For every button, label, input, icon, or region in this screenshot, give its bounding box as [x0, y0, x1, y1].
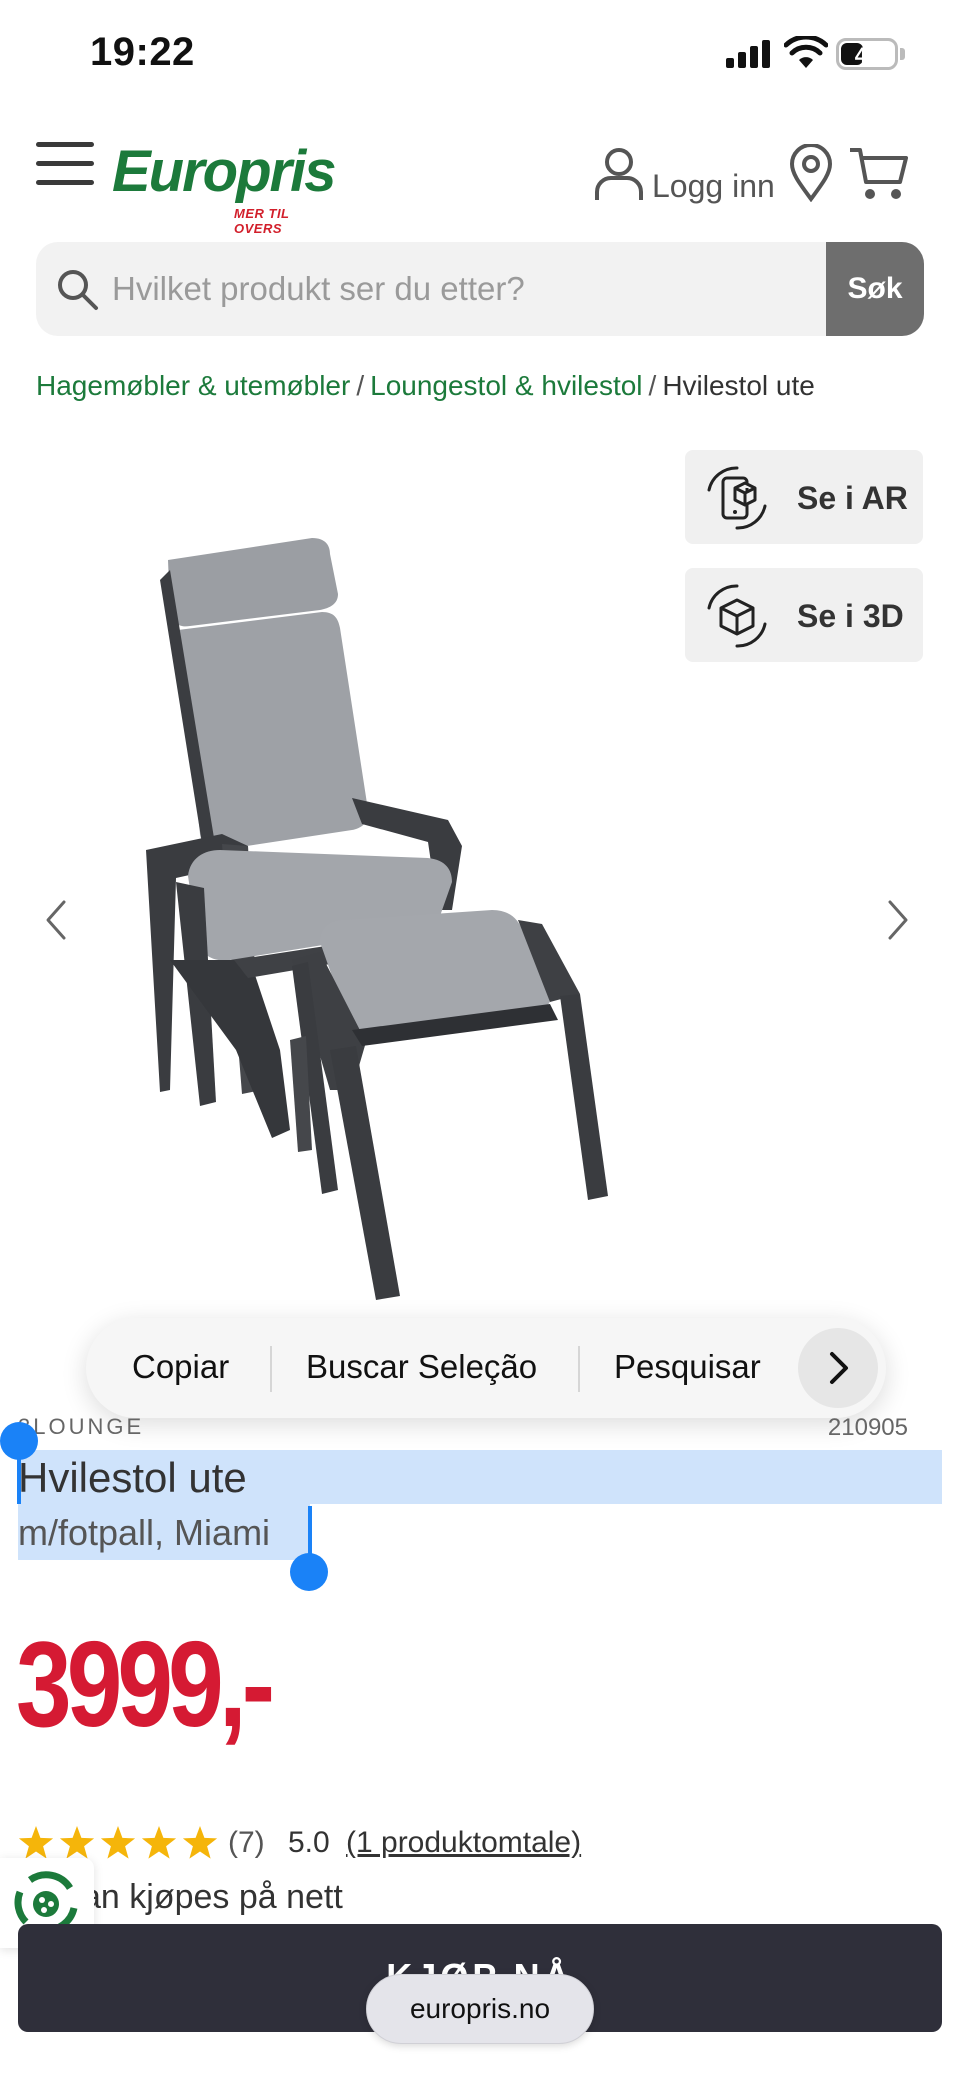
breadcrumb: Hagemøbler & utemøbler / Loungestol & hvil… — [36, 370, 815, 402]
search-input[interactable] — [112, 242, 852, 336]
reviews-link[interactable]: (1 produktomtale) — [346, 1826, 581, 1860]
battery-icon: 42 — [836, 38, 898, 70]
chevron-right-icon[interactable] — [798, 1328, 878, 1408]
breadcrumb-separator: / — [648, 370, 657, 401]
breadcrumb-separator: / — [356, 370, 365, 401]
search-selection-menu-item[interactable]: Buscar Seleção — [306, 1348, 537, 1386]
battery-percent: 42 — [854, 43, 880, 68]
product-image[interactable] — [130, 490, 830, 1310]
chevron-left-icon[interactable] — [36, 890, 76, 950]
product-gallery — [0, 470, 960, 1330]
lookup-menu-item[interactable]: Pesquisar — [614, 1348, 761, 1386]
copy-menu-item[interactable]: Copiar — [132, 1348, 229, 1386]
selection-end-handle[interactable] — [290, 1553, 328, 1591]
search-bar: Søk — [36, 242, 924, 336]
star-icon — [141, 1826, 177, 1859]
rating-count: (7) — [228, 1826, 265, 1859]
login-link[interactable]: Logg inn — [652, 168, 775, 205]
availability-text: an kjøpes på nett — [82, 1878, 343, 1916]
battery-nub — [900, 48, 905, 60]
selection-start-handle[interactable] — [0, 1422, 38, 1460]
search-button[interactable]: Søk — [826, 242, 924, 336]
logo-wordmark: Europris — [112, 139, 336, 204]
search-icon — [58, 270, 98, 310]
user-icon[interactable] — [594, 146, 644, 202]
site-header: Europris MER TIL OVERS Logg inn — [0, 120, 960, 236]
location-pin-icon[interactable] — [788, 144, 834, 202]
star-icon — [100, 1826, 136, 1859]
cellular-signal-icon — [726, 40, 772, 68]
chevron-right-icon[interactable] — [878, 890, 918, 950]
rating-score: 5.0 — [288, 1826, 330, 1859]
browser-url-bar[interactable]: europris.no — [366, 1974, 594, 2044]
menu-divider — [270, 1346, 272, 1392]
product-title: Hvilestol ute — [18, 1454, 247, 1501]
star-icon — [59, 1826, 95, 1859]
star-icon — [182, 1826, 218, 1859]
text-selection-menu: Copiar Buscar Seleção Pesquisar — [86, 1318, 886, 1418]
product-subtitle: m/fotpall, Miami — [18, 1512, 271, 1553]
wifi-icon — [784, 36, 828, 68]
menu-icon[interactable] — [36, 142, 94, 186]
breadcrumb-current: Hvilestol ute — [662, 370, 815, 401]
status-time: 19:22 — [90, 30, 195, 74]
breadcrumb-link-garden-furniture[interactable]: Hagemøbler & utemøbler — [36, 370, 350, 401]
product-price: 3999,- — [16, 1616, 275, 1752]
status-bar: 19:22 42 — [0, 0, 960, 110]
europris-logo[interactable]: Europris MER TIL OVERS — [112, 138, 336, 236]
menu-divider — [578, 1346, 580, 1392]
star-icon — [18, 1826, 54, 1859]
logo-tagline: MER TIL OVERS — [234, 206, 290, 236]
cart-icon[interactable] — [848, 144, 910, 202]
product-sku: 210905 — [827, 1414, 908, 1441]
breadcrumb-link-lounge-chairs[interactable]: Loungestol & hvilestol — [370, 370, 642, 401]
